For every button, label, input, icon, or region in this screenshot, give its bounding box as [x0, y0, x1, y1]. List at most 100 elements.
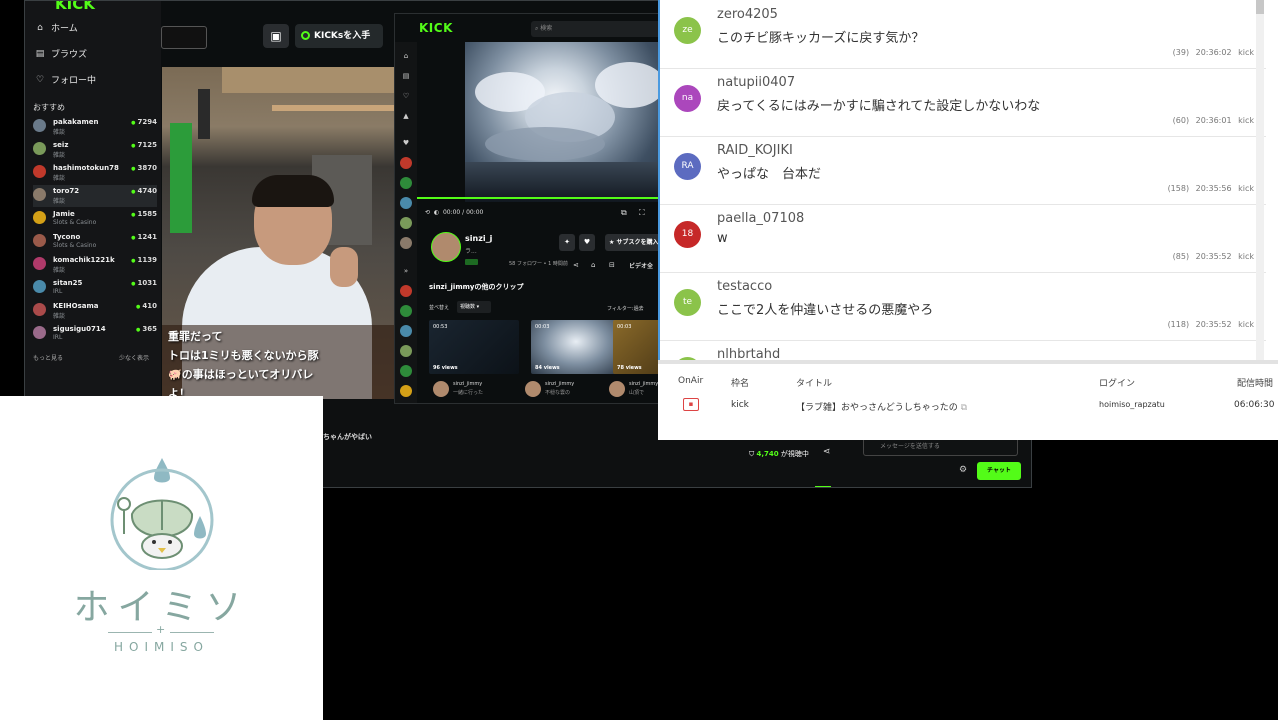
- search-input[interactable]: [161, 26, 207, 49]
- channel-name: sitan25: [53, 279, 83, 287]
- row-login[interactable]: hoimiso_rapzatu: [1099, 400, 1165, 409]
- comment-row[interactable]: na natupii0407 戻ってくるにはみーかすに騙されてた設定しかないわな (6…: [660, 68, 1266, 137]
- clip-card[interactable]: 00:03 78 views: [613, 320, 663, 374]
- comment-scrollbar-thumb[interactable]: [1256, 0, 1264, 14]
- bell-icon[interactable]: ✦: [559, 234, 575, 251]
- channel-category: IRL: [53, 334, 63, 341]
- fullscreen-icon[interactable]: ⛶: [639, 208, 645, 218]
- home-icon[interactable]: ⌂: [401, 52, 411, 62]
- row-title[interactable]: 【ラブ雑】おやっさんどうしちゃったの ⧉: [796, 400, 967, 413]
- subscribe-button[interactable]: ★ サブスクを購入: [605, 234, 663, 251]
- channel-viewers: 4740: [131, 187, 157, 195]
- channel-item[interactable]: sitan25IRL 1031: [33, 277, 157, 299]
- col-header-login[interactable]: ログイン: [1099, 376, 1135, 389]
- kicks-icon: [301, 31, 310, 40]
- crop-icon[interactable]: ⧉: [621, 208, 627, 218]
- channel-item[interactable]: sigusigu0714IRL 365: [33, 323, 157, 345]
- clips-icon[interactable]: ▲: [401, 112, 411, 122]
- streamer-name[interactable]: sinzi_j: [465, 234, 492, 243]
- col-header-frame[interactable]: 枠名: [731, 376, 749, 389]
- clip-progress-bar[interactable]: [417, 197, 663, 199]
- nav-browse[interactable]: ▤ ブラウズ: [35, 47, 87, 61]
- browse-icon[interactable]: ▤: [401, 72, 411, 82]
- comment-row[interactable]: 18 paella_07108 w (85) 20:35:52 kick: [660, 204, 1266, 273]
- clip-video[interactable]: [465, 42, 663, 202]
- channel-avatar[interactable]: [400, 345, 412, 357]
- row-platform[interactable]: kick: [731, 400, 749, 410]
- sort-select[interactable]: 視聴数 ▾: [457, 301, 491, 313]
- comment-scrollbar[interactable]: [1256, 0, 1264, 360]
- comment-row[interactable]: nlnlhbrtahd: [660, 340, 1266, 360]
- clip-author[interactable]: sinzi_jimmy: [629, 381, 658, 387]
- channel-viewers: 365: [136, 325, 157, 333]
- channel-avatar[interactable]: [400, 177, 412, 189]
- search-input[interactable]: ⌕ 検索: [531, 21, 661, 37]
- channel-item[interactable]: KEIHOsama 雑談 410: [33, 300, 157, 322]
- lock-icon[interactable]: ⊟: [609, 261, 615, 269]
- nav-following[interactable]: ♡ フォロー中: [35, 73, 96, 87]
- channel-item[interactable]: TyconoSlots & Casino 1241: [33, 231, 157, 253]
- clip-author[interactable]: sinzi_jimmy: [545, 381, 574, 387]
- viewer-count: ⛉ 4,740 が視聴中: [749, 450, 809, 458]
- clip-author-avatar[interactable]: [433, 381, 449, 397]
- col-header-duration[interactable]: 配信時間: [1237, 376, 1273, 389]
- comment-text: このチビ豚キッカーズに戻す気か？: [717, 31, 925, 46]
- heart-icon[interactable]: ♡: [401, 92, 411, 102]
- filter-select[interactable]: フィルター:過去: [607, 305, 644, 312]
- following-icon[interactable]: ♥: [401, 139, 411, 149]
- streamer-stats: 58 フォロワー • 1 時間前: [509, 261, 568, 267]
- channel-avatar: [33, 142, 46, 155]
- comment-row[interactable]: RA RAID_KOJIKI やっぱな 台本だ (158) 20:35:56 kick: [660, 136, 1266, 205]
- channel-item[interactable]: hashimotokun78 雑談 3870: [33, 162, 157, 184]
- channel-category: Slots & Casino: [53, 219, 97, 226]
- channel-item[interactable]: pakakamen 雑談 7294: [33, 116, 157, 138]
- chat-send-button[interactable]: チャット: [977, 462, 1021, 480]
- clip-author-avatar[interactable]: [609, 381, 625, 397]
- channel-avatar[interactable]: [400, 217, 412, 229]
- channel-avatar[interactable]: [400, 385, 412, 397]
- col-header-title[interactable]: タイトル: [796, 376, 832, 389]
- bookmark-icon[interactable]: ⌂: [591, 261, 595, 269]
- channel-avatar[interactable]: [400, 365, 412, 377]
- nav-home[interactable]: ⌂ ホーム: [35, 21, 78, 35]
- clip-card[interactable]: 00:53 96 views: [429, 320, 519, 374]
- stream-video[interactable]: 重罪だって トロは1ミリも悪くないから豚 🐖の事はほっといてオリバレ よ！: [162, 67, 394, 399]
- volume-icon[interactable]: ◐: [434, 209, 439, 216]
- clip-author[interactable]: sinzi_jimmy: [453, 381, 482, 387]
- show-more-link[interactable]: もっと見る: [33, 353, 63, 362]
- streamer-avatar[interactable]: [431, 232, 461, 262]
- get-kicks-button[interactable]: KICKsを入手: [295, 24, 383, 48]
- sea: [465, 162, 663, 202]
- col-header-onair[interactable]: OnAir: [678, 376, 703, 386]
- gear-icon[interactable]: ⚙: [959, 465, 967, 475]
- video-button[interactable]: ビデオ全: [629, 261, 653, 270]
- channel-avatar[interactable]: [400, 285, 412, 297]
- clip-author-avatar[interactable]: [525, 381, 541, 397]
- channel-avatar[interactable]: [400, 325, 412, 337]
- channel-category: Slots & Casino: [53, 242, 97, 249]
- channel-item[interactable]: komachik1221k 雑談 1139: [33, 254, 157, 276]
- commenter-avatar: na: [674, 85, 701, 112]
- room-shelf: [222, 67, 394, 93]
- channel-item[interactable]: seiz 雑談 7125: [33, 139, 157, 161]
- share-icon[interactable]: ⋖: [573, 261, 579, 269]
- comment-row[interactable]: te testacco ここで2人を仲違いさせるの悪魔やろ (118) 20:35:5…: [660, 272, 1266, 341]
- layout-button[interactable]: ▣: [263, 24, 289, 48]
- channel-avatar[interactable]: [400, 237, 412, 249]
- share-icon[interactable]: ⋖: [823, 447, 831, 457]
- copy-icon[interactable]: ⧉: [961, 403, 967, 413]
- clip-card[interactable]: 00:03 84 views: [531, 320, 621, 374]
- show-less-link[interactable]: 少なく表示: [119, 353, 149, 362]
- kick-logo[interactable]: KICK: [55, 1, 95, 13]
- channel-category: 雑談: [53, 175, 66, 182]
- channel-avatar[interactable]: [400, 197, 412, 209]
- heart-icon[interactable]: ♥: [579, 234, 595, 251]
- kick-logo[interactable]: KICK: [419, 21, 453, 35]
- channel-avatar[interactable]: [400, 305, 412, 317]
- channel-avatar[interactable]: [400, 157, 412, 169]
- expand-icon[interactable]: »: [401, 267, 411, 277]
- comment-row[interactable]: ze zero4205 このチビ豚キッカーズに戻す気か？ (39) 20:36:02 …: [660, 0, 1266, 69]
- replay-icon[interactable]: ⟲: [425, 209, 430, 216]
- channel-item[interactable]: JamieSlots & Casino 1585: [33, 208, 157, 230]
- channel-item[interactable]: toro72 雑談 4740: [33, 185, 157, 207]
